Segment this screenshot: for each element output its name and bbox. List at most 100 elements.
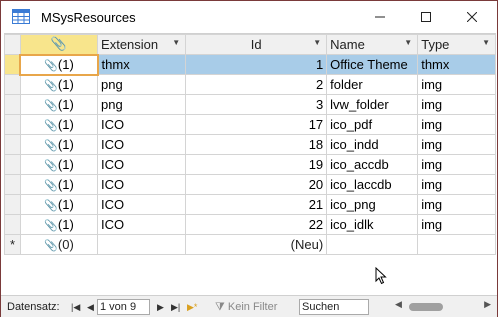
extension-cell[interactable] — [97, 234, 187, 255]
name-cell[interactable]: folder — [326, 74, 419, 95]
type-cell[interactable]: img — [417, 174, 496, 195]
chevron-down-icon[interactable]: ▼ — [404, 38, 412, 47]
id-cell[interactable]: 2 — [185, 74, 328, 95]
new-record-row[interactable]: * 📎(0) (Neu) — [4, 234, 496, 255]
attachment-cell[interactable]: 📎(1) — [19, 53, 99, 76]
id-cell[interactable]: 18 — [185, 134, 328, 155]
new-record-button[interactable]: ▶* — [187, 299, 197, 315]
table-row[interactable]: 📎(1) png 3 lvw_folder img — [4, 94, 496, 115]
search-input[interactable]: Suchen — [299, 299, 369, 315]
name-cell[interactable]: ico_pdf — [326, 114, 419, 135]
next-record-button[interactable]: ▶ — [157, 299, 164, 315]
extension-cell[interactable]: png — [97, 94, 187, 115]
column-header-extension[interactable]: Extension ▼ — [97, 34, 187, 55]
row-selector[interactable] — [4, 154, 21, 175]
extension-cell[interactable]: thmx — [97, 54, 187, 75]
row-selector[interactable] — [4, 194, 21, 215]
paperclip-icon: 📎 — [44, 80, 58, 93]
name-cell[interactable]: ico_laccdb — [326, 174, 419, 195]
attachment-cell[interactable]: 📎(1) — [19, 74, 99, 95]
scrollbar-thumb[interactable] — [409, 303, 443, 311]
id-cell[interactable]: 3 — [185, 94, 328, 115]
type-cell[interactable]: img — [417, 214, 496, 235]
row-selector[interactable] — [4, 74, 21, 95]
name-cell[interactable]: ico_indd — [326, 134, 419, 155]
minimize-button[interactable] — [357, 1, 403, 33]
name-cell[interactable]: Office Theme — [326, 54, 419, 75]
name-cell[interactable]: lvw_folder — [326, 94, 419, 115]
row-selector[interactable] — [4, 114, 21, 135]
type-cell[interactable]: img — [417, 74, 496, 95]
scroll-left-arrow[interactable]: ◀ — [395, 299, 402, 310]
select-all-corner[interactable] — [4, 34, 21, 55]
last-record-button[interactable]: ▶| — [171, 299, 180, 315]
record-label: Datensatz: — [7, 301, 60, 313]
extension-cell[interactable]: ICO — [97, 174, 187, 195]
horizontal-scrollbar[interactable]: ◀ ▶ — [395, 299, 491, 313]
id-cell[interactable]: 22 — [185, 214, 328, 235]
id-cell[interactable]: 17 — [185, 114, 328, 135]
mouse-cursor-icon — [375, 267, 387, 285]
table-row[interactable]: 📎(1) ICO 19 ico_accdb img — [4, 154, 496, 175]
table-row[interactable]: 📎(1) ICO 21 ico_png img — [4, 194, 496, 215]
extension-cell[interactable]: png — [97, 74, 187, 95]
id-cell[interactable]: 19 — [185, 154, 328, 175]
extension-cell[interactable]: ICO — [97, 214, 187, 235]
name-cell[interactable]: ico_accdb — [326, 154, 419, 175]
extension-cell[interactable]: ICO — [97, 134, 187, 155]
name-cell[interactable] — [326, 234, 419, 255]
chevron-down-icon[interactable]: ▼ — [482, 38, 490, 47]
chevron-down-icon[interactable]: ▼ — [313, 38, 321, 47]
id-cell[interactable]: 1 — [185, 54, 328, 75]
type-cell[interactable]: img — [417, 134, 496, 155]
table-row[interactable]: 📎(1) ICO 22 ico_idlk img — [4, 214, 496, 235]
filter-button[interactable]: ⧩ Kein Filter — [215, 299, 277, 315]
table-row[interactable]: 📎(1) thmx 1 Office Theme thmx — [4, 53, 496, 76]
attachment-cell[interactable]: 📎(1) — [19, 114, 99, 135]
record-number-input[interactable]: 1 von 9 — [97, 299, 150, 315]
maximize-button[interactable] — [403, 1, 449, 33]
column-header-id[interactable]: Id ▼ — [185, 34, 328, 55]
new-row-marker[interactable]: * — [4, 234, 21, 255]
type-cell[interactable]: thmx — [417, 54, 496, 75]
column-header-type[interactable]: Type ▼ — [417, 34, 496, 55]
type-cell[interactable] — [417, 234, 496, 255]
id-cell[interactable]: (Neu) — [185, 234, 328, 255]
first-record-button[interactable]: |◀ — [71, 299, 80, 315]
row-selector[interactable] — [4, 214, 21, 235]
attachment-cell[interactable]: 📎(1) — [19, 214, 99, 235]
attachment-cell[interactable]: 📎(1) — [19, 174, 99, 195]
extension-cell[interactable]: ICO — [97, 194, 187, 215]
id-cell[interactable]: 21 — [185, 194, 328, 215]
attachment-cell[interactable]: 📎(1) — [19, 134, 99, 155]
previous-record-button[interactable]: ◀ — [87, 299, 94, 315]
table-row[interactable]: 📎(1) ICO 17 ico_pdf img — [4, 114, 496, 135]
attachment-cell[interactable]: 📎(1) — [19, 94, 99, 115]
table-row[interactable]: 📎(1) png 2 folder img — [4, 74, 496, 95]
row-selector[interactable] — [4, 134, 21, 155]
extension-cell[interactable]: ICO — [97, 154, 187, 175]
type-cell[interactable]: img — [417, 154, 496, 175]
name-cell[interactable]: ico_png — [326, 194, 419, 215]
type-cell[interactable]: img — [417, 94, 496, 115]
row-selector[interactable] — [4, 174, 21, 195]
record-navigation-bar: Datensatz: |◀ ◀ 1 von 9 ▶ ▶| ▶* ⧩ Kein F… — [1, 295, 497, 317]
chevron-down-icon[interactable]: ▼ — [172, 38, 180, 47]
type-cell[interactable]: img — [417, 194, 496, 215]
window-title: MSysResources — [41, 10, 136, 25]
attachment-cell[interactable]: 📎(1) — [19, 154, 99, 175]
id-cell[interactable]: 20 — [185, 174, 328, 195]
column-header-name[interactable]: Name ▼ — [326, 34, 419, 55]
attachment-cell[interactable]: 📎(0) — [19, 234, 99, 255]
scroll-right-arrow[interactable]: ▶ — [484, 299, 491, 310]
name-cell[interactable]: ico_idlk — [326, 214, 419, 235]
column-header-attachment[interactable]: 📎 — [19, 34, 99, 55]
table-row[interactable]: 📎(1) ICO 18 ico_indd img — [4, 134, 496, 155]
extension-cell[interactable]: ICO — [97, 114, 187, 135]
table-row[interactable]: 📎(1) ICO 20 ico_laccdb img — [4, 174, 496, 195]
row-selector[interactable] — [4, 54, 21, 75]
attachment-cell[interactable]: 📎(1) — [19, 194, 99, 215]
row-selector[interactable] — [4, 94, 21, 115]
type-cell[interactable]: img — [417, 114, 496, 135]
close-button[interactable] — [449, 1, 495, 33]
